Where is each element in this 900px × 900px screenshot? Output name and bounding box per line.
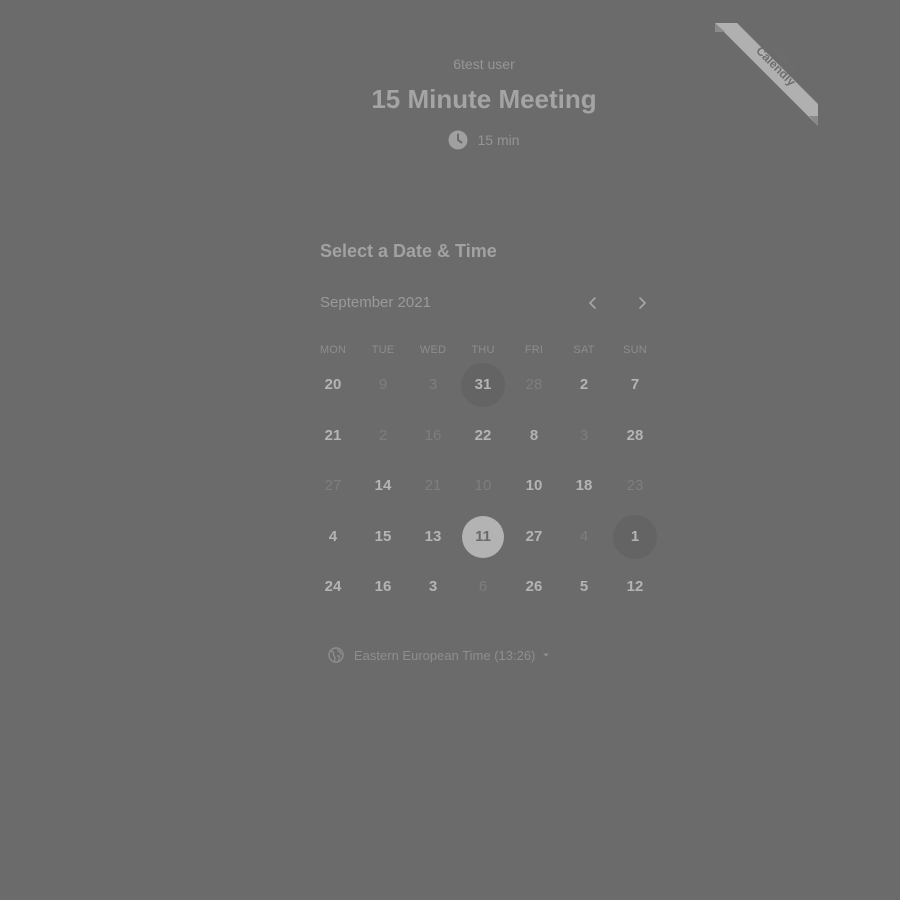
calendar-day[interactable]: 4 (311, 515, 355, 559)
calendar-day: 21 (424, 477, 442, 494)
month-label: September 2021 (320, 294, 431, 311)
timezone-label: Eastern European Time (13:26) (354, 647, 536, 663)
calendar-day[interactable]: 16 (361, 565, 405, 609)
calendar-day: 2 (378, 427, 388, 444)
month-navigation: September 2021 (320, 293, 660, 313)
timezone-selector[interactable]: Eastern European Time (13:26) (328, 647, 550, 663)
calendar-day: 27 (324, 477, 342, 494)
calendar-day[interactable]: 8 (512, 414, 556, 458)
calendar-day[interactable]: 14 (361, 464, 405, 508)
caret-down-icon (543, 653, 550, 657)
calendar-day[interactable]: 10 (512, 464, 556, 508)
calendar-day[interactable]: 24 (311, 565, 355, 609)
calendar-day: 16 (424, 427, 442, 444)
weekday-label-thu: THU (471, 344, 495, 356)
calendar-day: 3 (428, 376, 438, 393)
weekday-label-wed: WED (419, 344, 447, 356)
calendar-day[interactable]: 20 (311, 363, 355, 407)
calendar-day[interactable]: 1 (613, 515, 657, 559)
calendar-day[interactable]: 2 (562, 363, 606, 407)
calendar-day: 28 (525, 376, 543, 393)
calendar-day[interactable]: 3 (411, 565, 455, 609)
calendar-day: 4 (579, 528, 589, 545)
calendar-day[interactable]: 31 (461, 363, 505, 407)
weekday-label-sun: SUN (623, 344, 647, 356)
duration-label: 15 min (477, 132, 520, 148)
booking-page: 6test user 15 Minute Meeting 15 min POWE… (0, 0, 900, 900)
weekday-label-fri: FRI (524, 344, 544, 356)
calendar-day[interactable]: 7 (613, 363, 657, 407)
weekday-label-mon: MON (319, 344, 347, 356)
weekday-label-tue: TUE (371, 344, 395, 356)
event-duration: 15 min (0, 130, 900, 150)
next-month-button[interactable] (626, 287, 658, 319)
calendar-day[interactable]: 15 (361, 515, 405, 559)
calendar-day[interactable]: 5 (562, 565, 606, 609)
calendar-day[interactable]: 18 (562, 464, 606, 508)
chevron-left-icon (589, 297, 596, 309)
calendar-day: 23 (626, 477, 644, 494)
selected-date[interactable]: 11 (462, 516, 504, 558)
calendar-day[interactable]: 26 (512, 565, 556, 609)
calendar-day[interactable]: 27 (512, 515, 556, 559)
calendar-day: 3 (579, 427, 589, 444)
section-title: Select a Date & Time (320, 241, 497, 261)
powered-by-ribbon[interactable]: POWERED BY Calendly (715, 23, 818, 126)
calendar-day: 10 (474, 477, 492, 494)
clock-icon (448, 130, 468, 150)
calendar-day[interactable]: 13 (411, 515, 455, 559)
globe-icon (328, 647, 344, 663)
calendar-day[interactable]: 12 (613, 565, 657, 609)
calendar-day[interactable]: 21 (311, 414, 355, 458)
calendar-day[interactable]: 22 (461, 414, 505, 458)
powered-by-badge: POWERED BY Calendly (715, 23, 818, 126)
calendar-day[interactable]: 28 (613, 414, 657, 458)
calendar-day: 9 (378, 376, 388, 393)
chevron-right-icon (639, 297, 646, 309)
calendar-day: 6 (478, 578, 488, 595)
weekday-label-sat: SAT (573, 344, 595, 356)
previous-month-button[interactable] (577, 287, 609, 319)
